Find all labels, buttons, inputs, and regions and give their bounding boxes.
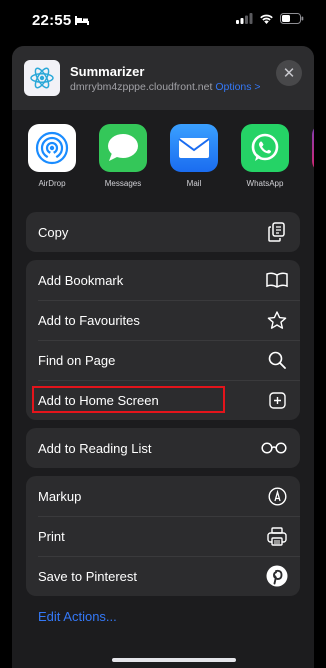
app-label: Mail xyxy=(186,179,202,188)
pinterest-icon xyxy=(266,565,288,587)
signal-icon xyxy=(236,11,253,29)
battery-icon xyxy=(280,11,304,29)
bed-icon xyxy=(75,12,90,29)
options-link[interactable]: Options > xyxy=(215,81,260,93)
share-sheet: Summarizer dmrrybm4zpppe.cloudfront.net … xyxy=(12,46,314,668)
plus-square-icon xyxy=(266,389,288,411)
action-label: Markup xyxy=(38,488,82,504)
action-add-bookmark[interactable]: Add Bookmark xyxy=(26,260,300,300)
mail-icon xyxy=(170,124,218,172)
copy-icon xyxy=(266,221,288,243)
action-label: Find on Page xyxy=(38,352,116,368)
app-whatsapp[interactable]: WhatsApp xyxy=(241,124,289,190)
action-print[interactable]: Print xyxy=(26,516,300,556)
status-bar: 22:55 xyxy=(0,0,326,40)
airdrop-icon xyxy=(28,124,76,172)
home-indicator xyxy=(112,658,236,662)
star-icon xyxy=(266,309,288,331)
action-add-to-favourites[interactable]: Add to Favourites xyxy=(26,300,300,340)
action-label: Copy xyxy=(38,224,69,240)
action-label: Add to Reading List xyxy=(38,440,152,456)
app-label: AirDrop xyxy=(38,179,66,188)
whatsapp-icon xyxy=(241,124,289,172)
page-url: dmrrybm4zpppe.cloudfront.net Options > xyxy=(70,81,276,93)
wifi-icon xyxy=(259,11,274,29)
book-icon xyxy=(266,269,288,291)
apps-row: AirDrop Messages Mail WhatsApp xyxy=(12,124,314,190)
printer-icon xyxy=(266,525,288,547)
summarizer-app-icon xyxy=(24,60,60,96)
app-messages[interactable]: Messages xyxy=(99,124,147,190)
extras-group: Markup Print Save to Pinterest xyxy=(26,476,300,596)
copy-group: Copy xyxy=(26,212,300,252)
highlight-annotation xyxy=(32,386,225,413)
action-find-on-page[interactable]: Find on Page xyxy=(26,340,300,380)
app-label: Messages xyxy=(104,179,142,188)
action-add-to-reading-list[interactable]: Add to Reading List xyxy=(26,428,300,468)
time-label: 22:55 xyxy=(32,11,72,29)
app-airdrop[interactable]: AirDrop xyxy=(28,124,76,190)
search-icon xyxy=(266,349,288,371)
status-time: 22:55 xyxy=(32,11,90,29)
status-icons xyxy=(236,11,304,29)
action-label: Print xyxy=(38,528,65,544)
edit-actions-link[interactable]: Edit Actions... xyxy=(38,609,117,624)
close-button[interactable]: ✕ xyxy=(276,60,302,86)
markup-icon xyxy=(266,485,288,507)
action-markup[interactable]: Markup xyxy=(26,476,300,516)
page-title: Summarizer xyxy=(70,63,145,79)
action-label: Add Bookmark xyxy=(38,272,124,288)
share-header: Summarizer dmrrybm4zpppe.cloudfront.net … xyxy=(12,46,314,110)
action-save-to-pinterest[interactable]: Save to Pinterest xyxy=(26,556,300,596)
app-label: WhatsApp xyxy=(246,179,284,188)
share-header-text: Summarizer dmrrybm4zpppe.cloudfront.net … xyxy=(70,64,276,93)
close-icon: ✕ xyxy=(282,65,296,82)
action-label: Save to Pinterest xyxy=(38,568,137,584)
reading-list-group: Add to Reading List xyxy=(26,428,300,468)
glasses-icon xyxy=(260,437,288,459)
instagram-icon xyxy=(312,124,314,172)
share-sheet-screen: 22:55 Summarizer dmrrybm4zpppe.cloudfron… xyxy=(0,0,326,668)
url-text: dmrrybm4zpppe.cloudfront.net xyxy=(70,80,213,93)
app-mail[interactable]: Mail xyxy=(170,124,218,190)
messages-icon xyxy=(99,124,147,172)
action-label: Add to Favourites xyxy=(38,312,140,328)
action-copy[interactable]: Copy xyxy=(26,212,300,252)
app-instagram[interactable]: In xyxy=(312,124,314,190)
